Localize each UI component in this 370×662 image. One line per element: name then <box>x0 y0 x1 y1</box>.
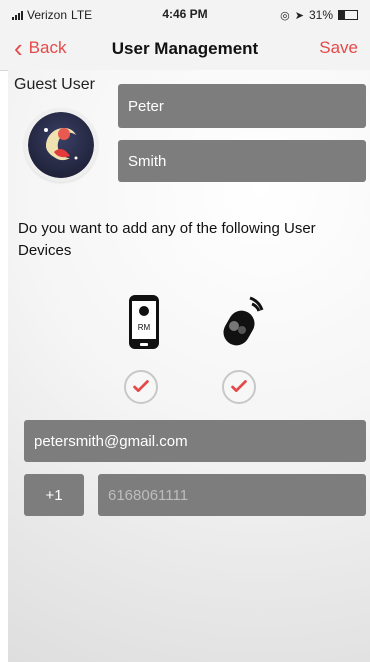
first-name-value: Peter <box>128 97 164 115</box>
country-code-label: +1 <box>45 486 63 504</box>
first-name-field[interactable]: Peter <box>118 84 366 128</box>
status-right: ◎ ➤ 31% <box>280 8 358 22</box>
battery-icon <box>338 10 358 20</box>
device-prompt: Do you want to add any of the following … <box>18 220 316 259</box>
checkmark-icon <box>133 380 149 393</box>
battery-percent: 31% <box>308 8 333 22</box>
rm-label: RM <box>138 323 151 332</box>
country-code-button[interactable]: +1 <box>24 474 84 516</box>
location-icon: ◎ <box>280 9 290 22</box>
remote-fob-checkbox[interactable] <box>222 370 256 404</box>
save-button[interactable]: Save <box>319 38 358 58</box>
content-area: Guest User Peter Smith Do you want to ad… <box>8 70 370 662</box>
checkmark-icon <box>231 380 247 393</box>
last-name-field[interactable]: Smith <box>118 140 366 182</box>
status-bar: Verizon LTE 4:46 PM ◎ ➤ 31% <box>0 0 370 28</box>
phone-field[interactable]: 6168061111 <box>98 474 366 516</box>
phone-device-checkbox[interactable] <box>124 370 158 404</box>
remote-fob-icon[interactable] <box>216 292 276 352</box>
email-value: petersmith@gmail.com <box>34 432 188 450</box>
page-title: User Management <box>111 39 259 58</box>
navigation-bar: ‹ Back User Management Save <box>0 28 370 71</box>
phone-device-icon[interactable]: RM <box>124 292 164 352</box>
gps-icon: ➤ <box>294 9 304 22</box>
avatar-image-icon <box>28 112 94 178</box>
guest-user-label: Guest User <box>14 76 95 93</box>
email-field[interactable]: petersmith@gmail.com <box>24 420 366 462</box>
last-name-value: Smith <box>128 152 167 170</box>
avatar[interactable] <box>24 108 98 182</box>
phone-placeholder: 6168061111 <box>108 486 189 504</box>
